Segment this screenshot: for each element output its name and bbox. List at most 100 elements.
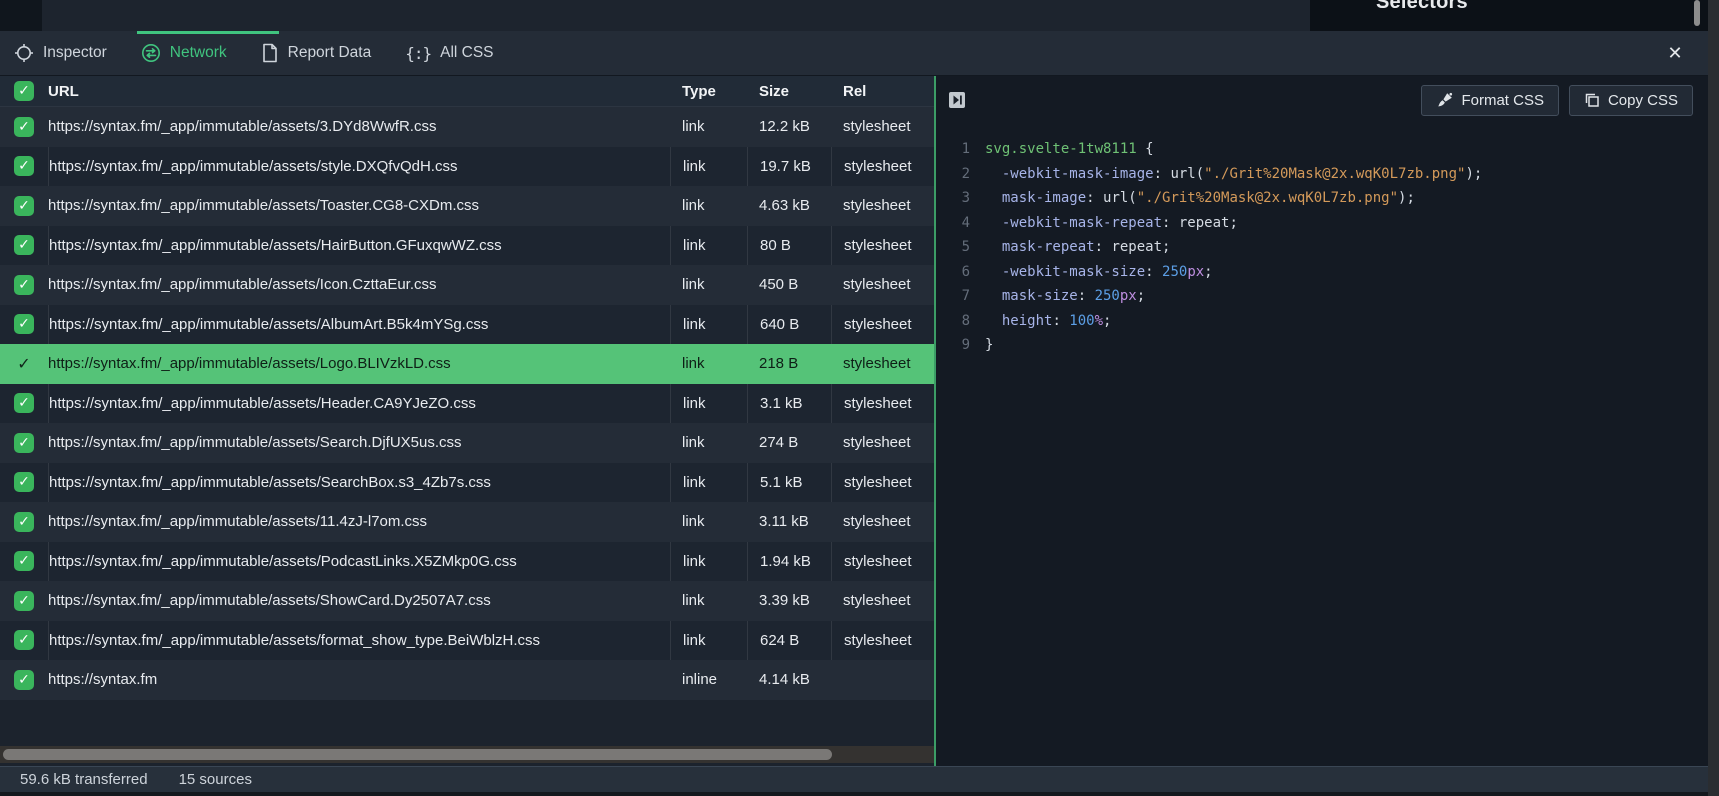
tab-label: All CSS <box>440 44 493 62</box>
code-text: -webkit-mask-repeat: repeat; <box>985 211 1238 236</box>
close-icon[interactable]: ✕ <box>1664 43 1686 65</box>
brush-icon <box>1436 92 1453 109</box>
table-row[interactable]: ✓https://syntax.fm/_app/immutable/assets… <box>0 305 934 345</box>
code-line: 9} <box>948 333 1708 358</box>
row-url: https://syntax.fm/_app/immutable/assets/… <box>48 423 670 463</box>
row-rel: stylesheet <box>831 265 934 305</box>
row-rel: stylesheet <box>831 384 934 424</box>
bottom-edge <box>0 792 1708 796</box>
inspect-icon <box>14 43 34 63</box>
expand-panel-icon <box>951 94 963 106</box>
row-checkbox[interactable]: ✓ <box>14 630 34 650</box>
devtools-panel: Inspector Network Report Data {:} All CS… <box>0 31 1708 796</box>
code-line: 8 height: 100%; <box>948 309 1708 334</box>
row-checkbox[interactable]: ✓ <box>14 314 34 334</box>
row-checkbox[interactable]: ✓ <box>14 472 34 492</box>
code-line: 3 mask-image: url("./Grit%20Mask@2x.wqK0… <box>948 186 1708 211</box>
row-checkbox[interactable]: ✓ <box>14 393 34 413</box>
table-row[interactable]: ✓https://syntax.fminline4.14 kB <box>0 660 934 700</box>
css-code-area: 1svg.svelte-1tw8111 {2 -webkit-mask-imag… <box>936 124 1708 358</box>
network-icon <box>141 43 161 63</box>
table-row[interactable]: ✓ https://syntax.fm/_app/immutable/assets… <box>0 107 934 147</box>
row-checkbox[interactable]: ✓ <box>14 551 34 571</box>
row-rel: stylesheet <box>831 107 934 147</box>
table-row[interactable]: ✓https://syntax.fm/_app/immutable/assets… <box>0 542 934 582</box>
table-row[interactable]: ✓ https://syntax.fm/_app/immutable/assets… <box>0 186 934 226</box>
row-rel <box>831 660 934 700</box>
window-scrollbar-track[interactable] <box>1708 0 1719 796</box>
code-text: -webkit-mask-size: 250px; <box>985 260 1213 285</box>
row-url: https://syntax.fm/_app/immutable/assets/… <box>48 344 670 384</box>
checkbox-cell: ✓ <box>0 344 48 384</box>
line-number: 1 <box>948 137 970 162</box>
row-rel: stylesheet <box>831 147 934 187</box>
format-css-button[interactable]: Format CSS <box>1421 85 1559 116</box>
page-background-strip: Selectors <box>0 0 1708 31</box>
row-url: https://syntax.fm/_app/immutable/assets/… <box>48 107 670 147</box>
table-row[interactable]: ✓ https://syntax.fm/_app/immutable/assets… <box>0 423 934 463</box>
tab-inspector[interactable]: Inspector <box>14 31 107 75</box>
line-number: 8 <box>948 309 970 334</box>
column-header-type[interactable]: Type <box>670 76 747 106</box>
code-line: 4 -webkit-mask-repeat: repeat; <box>948 211 1708 236</box>
table-row[interactable]: ✓https://syntax.fm/_app/immutable/assets… <box>0 226 934 266</box>
row-type: link <box>670 542 747 582</box>
tab-all-css[interactable]: {:} All CSS <box>405 31 493 75</box>
row-checkbox[interactable]: ✓ <box>14 591 34 611</box>
row-checkbox[interactable]: ✓ <box>14 196 34 216</box>
row-checkbox[interactable]: ✓ <box>14 156 34 176</box>
row-url: https://syntax.fm/_app/immutable/assets/… <box>48 384 670 424</box>
column-header-size[interactable]: Size <box>747 76 831 106</box>
line-number: 7 <box>948 284 970 309</box>
row-size: 3.39 kB <box>747 581 831 621</box>
horizontal-scrollbar[interactable] <box>0 746 934 763</box>
copy-icon <box>1584 92 1600 108</box>
table-row[interactable]: ✓ https://syntax.fm/_app/immutable/assets… <box>0 344 934 384</box>
select-all-checkbox[interactable]: ✓ <box>14 81 34 101</box>
row-rel: stylesheet <box>831 621 934 661</box>
row-checkbox[interactable]: ✓ <box>14 354 34 374</box>
table-row[interactable]: ✓https://syntax.fm/_app/immutable/assets… <box>0 147 934 187</box>
row-checkbox[interactable]: ✓ <box>14 235 34 255</box>
tab-report-data[interactable]: Report Data <box>261 31 372 75</box>
table-row[interactable]: ✓https://syntax.fm/_app/immutable/assets… <box>0 265 934 305</box>
tab-network[interactable]: Network <box>141 31 227 75</box>
table-header-row: ✓ URL Type Size Rel <box>0 76 934 107</box>
copy-css-button[interactable]: Copy CSS <box>1569 85 1693 116</box>
row-size: 274 B <box>747 423 831 463</box>
table-row[interactable]: ✓https://syntax.fm/_app/immutable/assets… <box>0 463 934 503</box>
row-checkbox[interactable]: ✓ <box>14 670 34 690</box>
table-row[interactable]: ✓https://syntax.fm/_app/immutable/assets… <box>0 621 934 661</box>
row-checkbox[interactable]: ✓ <box>14 117 34 137</box>
row-size: 3.11 kB <box>747 502 831 542</box>
column-header-url[interactable]: URL <box>48 76 670 106</box>
line-number: 5 <box>948 235 970 260</box>
line-number: 4 <box>948 211 970 236</box>
checkbox-cell: ✓ <box>0 384 48 424</box>
table-row[interactable]: ✓ https://syntax.fm/_app/immutable/assets… <box>0 384 934 424</box>
checkbox-cell: ✓ <box>0 463 48 503</box>
row-rel: stylesheet <box>831 423 934 463</box>
row-size: 19.7 kB <box>747 147 831 187</box>
expand-panel-button[interactable] <box>949 92 965 108</box>
tab-label: Inspector <box>43 44 107 62</box>
code-line: 2 -webkit-mask-image: url("./Grit%20Mask… <box>948 162 1708 187</box>
row-size: 1.94 kB <box>747 542 831 582</box>
row-checkbox[interactable]: ✓ <box>14 275 34 295</box>
row-size: 5.1 kB <box>747 463 831 503</box>
column-header-rel[interactable]: Rel <box>831 76 934 106</box>
table-row[interactable]: ✓https://syntax.fm/_app/immutable/assets… <box>0 502 934 542</box>
horizontal-scrollbar-thumb[interactable] <box>3 749 832 760</box>
row-type: link <box>670 384 747 424</box>
row-type: link <box>670 621 747 661</box>
row-url: https://syntax.fm/_app/immutable/assets/… <box>48 186 670 226</box>
table-row[interactable]: ✓https://syntax.fm/_app/immutable/assets… <box>0 581 934 621</box>
page-scrollbar-thumb[interactable] <box>1694 0 1700 26</box>
row-rel: stylesheet <box>831 186 934 226</box>
row-type: link <box>670 305 747 345</box>
row-checkbox[interactable]: ✓ <box>14 433 34 453</box>
selectors-heading: Selectors <box>1376 0 1468 14</box>
line-number: 2 <box>948 162 970 187</box>
code-text: mask-image: url("./Grit%20Mask@2x.wqK0L7… <box>985 186 1415 211</box>
row-checkbox[interactable]: ✓ <box>14 512 34 532</box>
